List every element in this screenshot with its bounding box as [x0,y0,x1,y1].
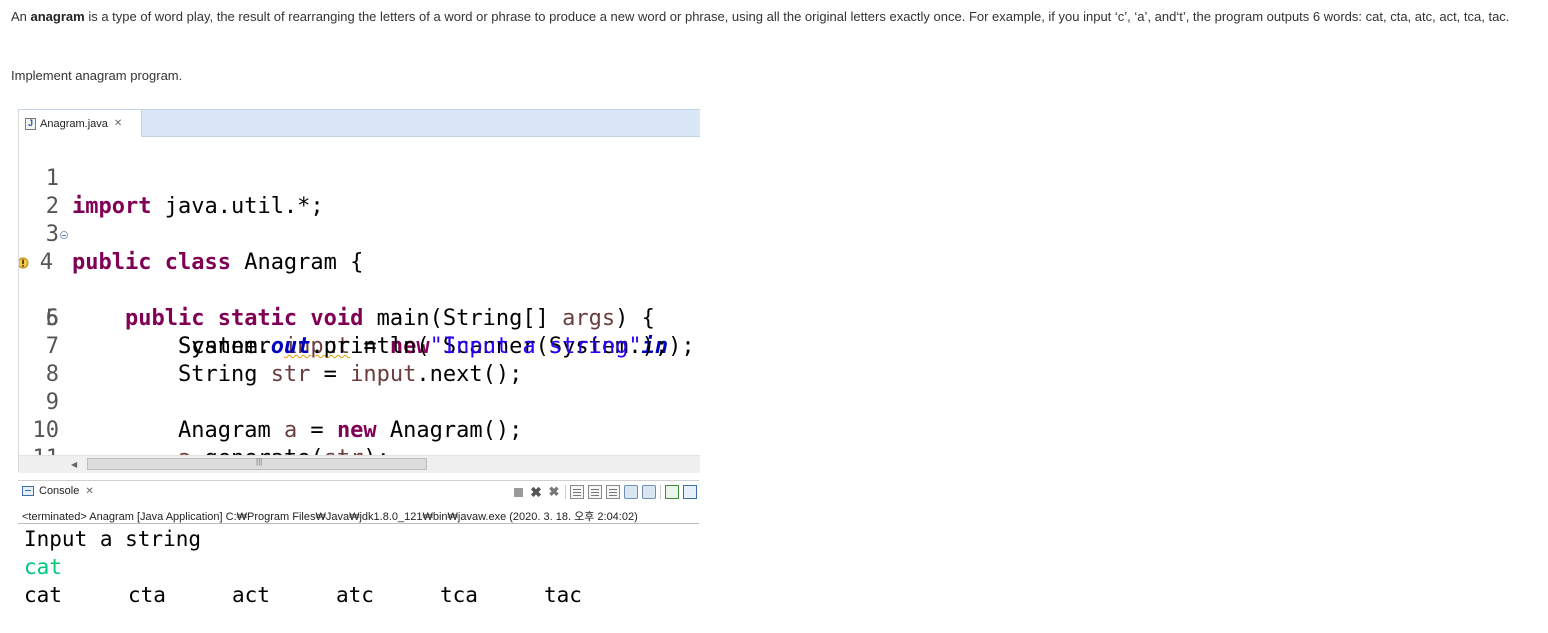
result-word: act [232,583,270,607]
clear-console-icon[interactable] [570,485,584,499]
result-word: atc [336,583,374,607]
console-user-input: cat [24,555,62,579]
horizontal-scrollbar[interactable]: ◀ ||| [19,455,700,473]
code-line: 8 [19,333,700,387]
code-line: 5 Scanner input = new Scanner(System.in)… [19,249,700,359]
terminate-icon[interactable] [514,487,523,497]
tab-console[interactable]: Console ✕ [22,485,94,497]
problem-description: An anagram is a type of word play, the r… [11,9,1510,24]
scroll-left-arrow-icon[interactable]: ◀ [71,460,77,469]
code-area[interactable]: 1 import java.util.*; 2 3 public class A… [19,137,700,455]
result-word: tac [544,583,582,607]
close-icon[interactable]: ✕ [85,486,93,497]
code-line: 11 } [19,417,700,455]
scroll-lock-icon[interactable] [588,485,602,499]
warning-icon[interactable] [19,257,29,269]
word-wrap-icon[interactable] [606,485,620,499]
result-word: tca [440,583,478,607]
remove-launch-icon[interactable]: ✖ [529,485,543,499]
code-line: 6 System.out.println("Input a string"); [19,277,700,359]
code-line: 10 a.generate(str); [19,389,700,455]
remove-all-terminated-icon[interactable]: ✖ [547,485,561,499]
console-tab-label: Console [39,485,80,497]
code-line: 2 [19,165,700,219]
toolbar-separator [660,485,661,499]
anagram-term: anagram [30,9,85,24]
show-on-stderr-icon[interactable] [642,485,656,499]
java-file-icon [25,117,36,130]
display-console-icon[interactable] [683,485,697,499]
console-icon [22,486,34,496]
code-line: 7 String str = input.next(); [19,305,700,387]
scrollbar-thumb[interactable]: ||| [87,457,427,470]
toolbar-separator [565,485,566,499]
code-editor: Anagram.java ✕ 1 import java.util.*; 2 3… [18,109,700,473]
console-output-results: cat cta act atc tca tac [24,581,705,609]
grip-icon: ||| [256,457,263,466]
console-tab-bar: Console ✕ ✖ ✖ [18,480,699,505]
collapse-icon[interactable] [60,231,68,239]
code-line: 9 Anagram a = new Anagram(); [19,361,700,443]
code-line: 3 public class Anagram { [19,193,700,275]
code-line: 1 import java.util.*; [19,137,700,219]
line-number: 11 [19,445,60,455]
close-icon[interactable]: ✕ [114,118,122,129]
task-instruction: Implement anagram program. [11,68,183,83]
tab-label: Anagram.java [40,117,108,130]
console-toolbar: ✖ ✖ [512,485,697,499]
result-word: cta [128,583,166,607]
console-status: <terminated> Anagram [Java Application] … [22,511,638,523]
pin-console-icon[interactable] [665,485,679,499]
divider [18,523,699,524]
tab-anagram-java[interactable]: Anagram.java ✕ [19,110,142,137]
console-output-prompt: Input a string [24,527,202,551]
console-view: Console ✕ ✖ ✖ <terminated> Anagram [Java… [18,480,699,630]
show-on-stdout-icon[interactable] [624,485,638,499]
code-line: 4 public static void main(String[] args)… [19,221,700,331]
editor-tab-bar: Anagram.java ✕ [19,109,700,137]
result-word: cat [24,583,62,607]
